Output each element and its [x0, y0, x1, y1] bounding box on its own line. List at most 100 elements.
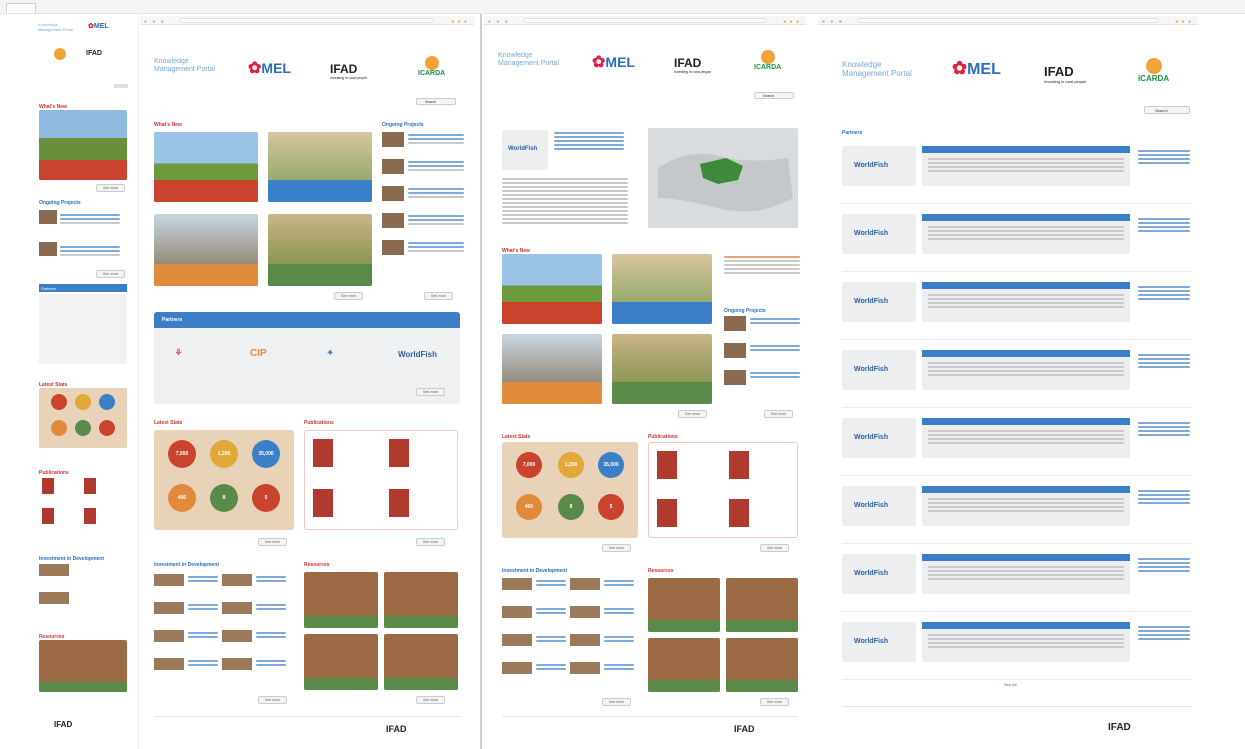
partner-links[interactable]: [1138, 488, 1190, 506]
more-news-button[interactable]: See more: [678, 410, 708, 418]
more-button[interactable]: See more: [96, 270, 126, 278]
outer-browser-bar: [0, 0, 1245, 14]
partner-links[interactable]: [1138, 216, 1190, 234]
latest-stats-heading: Latest Stats: [154, 420, 183, 426]
more-stats-button[interactable]: See more: [258, 538, 288, 546]
resource-card[interactable]: [39, 640, 127, 692]
ifad-logo: IFAD Investing in rural people: [330, 62, 368, 80]
mel-logo: ✿MEL: [952, 58, 1001, 78]
footer-divider: [842, 706, 1192, 707]
mel-logo: ✿MEL: [592, 54, 635, 71]
partner-links[interactable]: [1138, 556, 1190, 574]
news-card[interactable]: [502, 254, 602, 324]
news-card[interactable]: [268, 132, 372, 202]
partner-logo[interactable]: ✦: [326, 348, 334, 359]
partner-list: WorldFish WorldFish WorldFish WorldFish Worl…: [842, 142, 1192, 686]
partner-row[interactable]: WorldFish: [842, 142, 1192, 204]
partner-row[interactable]: WorldFish: [842, 346, 1192, 408]
desktop-country: ● ● ● ● ● ● Knowledge Management Portal ✿…: [484, 16, 806, 749]
partner-logo[interactable]: ⚘: [174, 348, 183, 359]
worldfish-logo: WorldFish: [854, 162, 889, 169]
footer-ifad: IFAD: [1108, 722, 1131, 733]
cip-logo[interactable]: CIP: [250, 348, 267, 359]
more-innovations-button[interactable]: See more: [602, 698, 632, 706]
footer-ifad: IFAD: [386, 724, 407, 734]
portal-title: Knowledge Management Portal: [498, 52, 560, 67]
partner-row[interactable]: WorldFish: [842, 482, 1192, 544]
worldfish-logo: WorldFish: [854, 570, 889, 577]
composite-screenshot: Knowledge Management Portal ✿MEL IFAD Wh…: [0, 0, 1245, 749]
desktop-partners: ● ● ● ● ● ● Knowledge Management Portal ✿…: [818, 16, 1198, 749]
partners-box: [39, 294, 127, 364]
partner-row[interactable]: WorldFish: [842, 278, 1192, 340]
resource-card[interactable]: [648, 638, 720, 692]
news-card[interactable]: [612, 334, 712, 404]
partner-info: [922, 214, 1130, 254]
resource-card[interactable]: [648, 578, 720, 632]
partner-links[interactable]: [1138, 420, 1190, 438]
more-button[interactable]: See more: [96, 184, 126, 192]
worldfish-logo-box: WorldFish: [842, 350, 916, 390]
stats-box: 7,000 1,200 35,000 400 8 5: [502, 442, 638, 538]
innovations-heading: Investment in Development: [154, 562, 220, 568]
latest-stats-heading: Latest Stats: [502, 434, 531, 440]
resource-card[interactable]: [726, 638, 798, 692]
icarda-logo: ICARDA: [1138, 58, 1169, 83]
more-partners-button[interactable]: See more: [416, 388, 446, 396]
more-news-button[interactable]: See more: [334, 292, 364, 300]
more-resources-button[interactable]: See more: [760, 698, 790, 706]
worldfish-logo-box: WorldFish: [842, 554, 916, 594]
publications-heading: Publications: [39, 470, 69, 476]
news-card[interactable]: [502, 334, 602, 404]
worldfish-logo[interactable]: WorldFish: [398, 350, 437, 359]
resources-heading: Resources: [648, 568, 674, 574]
stat-circle: 7,000: [168, 440, 196, 468]
see-all-link[interactable]: See All: [1004, 682, 1016, 687]
partners-bar: Partners: [39, 284, 127, 292]
news-card[interactable]: [268, 214, 372, 286]
icarda-logo: ICARDA: [418, 56, 445, 77]
more-projects-button[interactable]: See more: [764, 410, 794, 418]
partner-links[interactable]: [1138, 352, 1190, 370]
menu-icon[interactable]: [114, 84, 128, 88]
innovations-heading: Investment in Development: [502, 568, 568, 574]
resource-card[interactable]: [384, 572, 458, 628]
partner-links[interactable]: [1138, 284, 1190, 302]
partner-links[interactable]: [1138, 624, 1190, 642]
worldfish-logo-box: WorldFish: [842, 486, 916, 526]
more-publications-button[interactable]: See more: [760, 544, 790, 552]
project-thumb[interactable]: [39, 210, 57, 224]
news-card[interactable]: [154, 132, 258, 202]
partner-row[interactable]: WorldFish: [842, 414, 1192, 476]
partner-row[interactable]: WorldFish: [842, 618, 1192, 680]
search-input[interactable]: Search: [754, 92, 794, 99]
partner-links[interactable]: [1138, 148, 1190, 166]
resource-card[interactable]: [304, 634, 378, 690]
partner-row[interactable]: WorldFish: [842, 210, 1192, 272]
stat-circle: 8: [210, 484, 238, 512]
news-card[interactable]: [39, 110, 127, 180]
ifad-logo-small: IFAD: [86, 50, 102, 57]
project-thumb[interactable]: [39, 242, 57, 256]
partner-row[interactable]: WorldFish: [842, 550, 1192, 612]
news-card[interactable]: [612, 254, 712, 324]
search-input[interactable]: Search: [416, 98, 456, 105]
more-projects-button[interactable]: See more: [424, 292, 454, 300]
more-resources-button[interactable]: See more: [416, 696, 446, 704]
country-map[interactable]: [648, 128, 798, 228]
news-card[interactable]: [154, 214, 258, 286]
stats-box: [39, 388, 127, 448]
portal-title: Knowledge Management Portal: [38, 22, 73, 32]
browser-tab[interactable]: [6, 3, 36, 13]
ongoing-projects-heading: Ongoing Projects: [39, 200, 81, 206]
resource-card[interactable]: [726, 578, 798, 632]
resource-card[interactable]: [384, 634, 458, 690]
partners-section: Partners ⚘ CIP ✦ WorldFish See more: [154, 312, 460, 404]
more-stats-button[interactable]: See more: [602, 544, 632, 552]
more-publications-button[interactable]: See more: [416, 538, 446, 546]
more-innovations-button[interactable]: See more: [258, 696, 288, 704]
ongoing-projects-heading: Ongoing Projects: [382, 122, 424, 128]
search-input[interactable]: Search: [1144, 106, 1190, 114]
resource-card[interactable]: [304, 572, 378, 628]
stat-circle: 400: [168, 484, 196, 512]
